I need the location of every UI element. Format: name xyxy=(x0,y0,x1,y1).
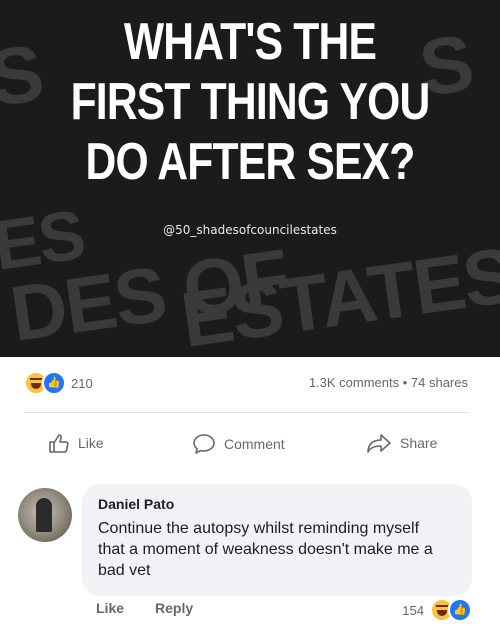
comment-reaction-count: 154 xyxy=(402,602,424,618)
headline-line: WHAT'S THE xyxy=(123,13,377,71)
comment-like-link[interactable]: Like xyxy=(96,600,124,616)
comment-button[interactable]: Comment xyxy=(192,433,285,455)
source-handle: @50_shadesofcouncilestates xyxy=(163,223,337,237)
divider xyxy=(24,412,468,413)
avatar[interactable] xyxy=(18,488,72,542)
comment-bubble: Daniel Pato Continue the autopsy whilst … xyxy=(82,484,472,596)
like-button[interactable]: Like xyxy=(48,433,104,453)
post-stats: 👍 210 1.3K comments • 74 shares xyxy=(0,371,500,397)
headline-line: DO AFTER SEX? xyxy=(85,133,416,191)
reaction-summary[interactable]: 👍 210 xyxy=(24,371,93,395)
post-image[interactable]: S S ES DES OF ESTATES 50 WHAT'S THE FIRS… xyxy=(0,0,500,357)
like-reaction-icon: 👍 xyxy=(42,371,66,395)
comment-button-label: Comment xyxy=(224,436,285,452)
comment-text: Continue the autopsy whilst reminding my… xyxy=(98,520,433,579)
share-button[interactable]: Share xyxy=(366,433,437,453)
comment-reply-link[interactable]: Reply xyxy=(155,600,193,616)
headline-line: FIRST THING YOU xyxy=(70,73,431,131)
comment-author[interactable]: Daniel Pato xyxy=(98,496,174,512)
share-button-label: Share xyxy=(400,435,438,451)
comment-icon xyxy=(193,434,215,454)
reaction-count: 210 xyxy=(71,375,93,391)
comment-footer: Like Reply 154 👍 xyxy=(0,598,500,624)
thumbs-up-icon xyxy=(49,434,69,453)
post-action-bar: Like Comment Share xyxy=(0,433,500,465)
comment-reaction-summary[interactable]: 154 👍 xyxy=(397,598,472,622)
like-button-label: Like xyxy=(78,435,104,451)
like-reaction-icon: 👍 xyxy=(448,598,472,622)
share-arrow-icon xyxy=(367,434,391,453)
background-watermark: S xyxy=(0,27,48,124)
comments-shares-count[interactable]: 1.3K comments • 74 shares xyxy=(309,375,468,390)
post-headline: WHAT'S THE FIRST THING YOU DO AFTER SEX? xyxy=(45,12,455,192)
